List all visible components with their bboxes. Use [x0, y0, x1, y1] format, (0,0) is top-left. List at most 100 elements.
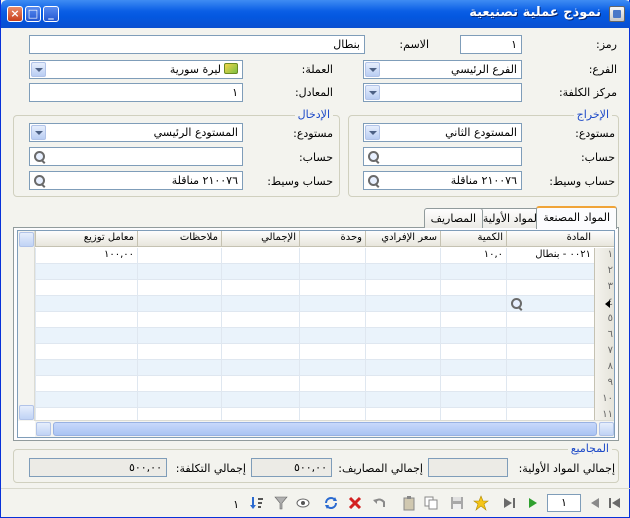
cell-item[interactable] — [506, 312, 594, 328]
row-number[interactable]: ٢ — [594, 264, 614, 280]
code-field[interactable]: ١ — [460, 35, 522, 54]
cell-total[interactable] — [221, 328, 299, 344]
table-row[interactable]: ٣ — [35, 280, 614, 296]
view-icon[interactable] — [295, 495, 311, 511]
col-header-unit[interactable]: وحدة — [299, 231, 365, 247]
rate-field[interactable]: ١ — [29, 83, 243, 102]
row-number[interactable]: ١٠ — [594, 392, 614, 408]
maximize-button[interactable]: □ — [25, 6, 41, 22]
first-record-icon[interactable] — [501, 495, 517, 511]
row-number[interactable]: ٧ — [594, 344, 614, 360]
table-row[interactable]: ٦ — [35, 328, 614, 344]
cell-unit[interactable] — [299, 296, 365, 312]
cell-unit-price[interactable] — [365, 264, 440, 280]
horizontal-scrollbar[interactable] — [35, 420, 614, 437]
new-record-star-icon[interactable] — [473, 495, 489, 511]
save-icon[interactable] — [449, 495, 465, 511]
cell-total[interactable] — [221, 280, 299, 296]
delete-icon[interactable] — [347, 495, 363, 511]
branch-dropdown-icon[interactable] — [365, 62, 380, 77]
cell-factor[interactable] — [35, 344, 137, 360]
minimize-button[interactable]: _ — [43, 6, 59, 22]
cell-qty[interactable] — [440, 344, 506, 360]
cell-notes[interactable] — [137, 280, 221, 296]
cell-total[interactable] — [221, 264, 299, 280]
cell-unit-price[interactable] — [365, 344, 440, 360]
table-row[interactable]: ٥ — [35, 312, 614, 328]
row-number[interactable]: ٦ — [594, 328, 614, 344]
cell-factor[interactable] — [35, 312, 137, 328]
cell-item[interactable] — [506, 328, 594, 344]
col-header-total[interactable]: الإجمالي — [221, 231, 299, 247]
cell-unit-price[interactable] — [365, 328, 440, 344]
cell-notes[interactable] — [137, 392, 221, 408]
search-icon[interactable] — [365, 173, 381, 188]
table-row[interactable]: ١٠ — [35, 392, 614, 408]
horizontal-scroll-thumb[interactable] — [53, 422, 597, 436]
cell-qty[interactable] — [440, 296, 506, 312]
materials-grid[interactable]: المادة الكمية سعر الإفرادي وحدة الإجمالي… — [17, 230, 615, 438]
scroll-left-icon[interactable] — [36, 422, 51, 436]
record-number-input[interactable]: ١ — [547, 494, 581, 512]
cell-qty[interactable] — [440, 264, 506, 280]
cell-unit-price[interactable] — [365, 360, 440, 376]
vertical-scrollbar[interactable] — [18, 231, 35, 421]
cell-notes[interactable] — [137, 264, 221, 280]
cell-factor[interactable] — [35, 296, 137, 312]
cell-item[interactable] — [506, 360, 594, 376]
cell-qty[interactable] — [440, 280, 506, 296]
cell-unit-price[interactable] — [365, 248, 440, 264]
cell-unit[interactable] — [299, 376, 365, 392]
cell-factor[interactable] — [35, 392, 137, 408]
cell-unit[interactable] — [299, 248, 365, 264]
cell-qty[interactable] — [440, 328, 506, 344]
cell-unit-price[interactable] — [365, 392, 440, 408]
cell-item[interactable] — [506, 392, 594, 408]
undo-icon[interactable] — [371, 495, 387, 511]
row-number[interactable]: ٥ — [594, 312, 614, 328]
cell-factor[interactable] — [35, 376, 137, 392]
cell-item[interactable]: ٠٠٢١ - بنطال — [506, 248, 594, 264]
cell-total[interactable] — [221, 360, 299, 376]
close-button[interactable]: × — [7, 6, 23, 22]
cell-total[interactable] — [221, 392, 299, 408]
cost-center-dropdown-icon[interactable] — [365, 85, 380, 100]
col-header-item[interactable]: المادة — [506, 231, 594, 247]
search-icon[interactable] — [31, 173, 47, 188]
input-warehouse-dropdown-icon[interactable] — [31, 125, 46, 140]
output-warehouse-dropdown-icon[interactable] — [365, 125, 380, 140]
cell-qty[interactable] — [440, 360, 506, 376]
cell-notes[interactable] — [137, 296, 221, 312]
paste-icon[interactable] — [401, 495, 417, 511]
cell-item[interactable] — [506, 376, 594, 392]
cell-unit[interactable] — [299, 344, 365, 360]
cell-notes[interactable] — [137, 328, 221, 344]
cell-total[interactable] — [221, 376, 299, 392]
sort-icon[interactable] — [249, 495, 265, 511]
cell-factor[interactable] — [35, 280, 137, 296]
row-number[interactable]: ٣ — [594, 280, 614, 296]
table-row[interactable]: ٨ — [35, 360, 614, 376]
cell-unit[interactable] — [299, 392, 365, 408]
output-account-field[interactable] — [363, 147, 522, 166]
col-header-qty[interactable]: الكمية — [440, 231, 506, 247]
cell-notes[interactable] — [137, 312, 221, 328]
cell-factor[interactable] — [35, 328, 137, 344]
table-row[interactable]: ٧ — [35, 344, 614, 360]
cell-total[interactable] — [221, 296, 299, 312]
cell-notes[interactable] — [137, 248, 221, 264]
cell-qty[interactable] — [440, 376, 506, 392]
cell-unit[interactable] — [299, 280, 365, 296]
cell-total[interactable] — [221, 248, 299, 264]
table-row[interactable]: ٩ — [35, 376, 614, 392]
cell-unit-price[interactable] — [365, 376, 440, 392]
scroll-down-icon[interactable] — [19, 405, 34, 420]
search-icon[interactable] — [365, 149, 381, 164]
cell-unit[interactable] — [299, 312, 365, 328]
cell-notes[interactable] — [137, 344, 221, 360]
cost-center-select[interactable] — [363, 83, 522, 102]
cell-unit-price[interactable] — [365, 312, 440, 328]
cell-qty[interactable] — [440, 392, 506, 408]
input-warehouse-select[interactable]: المستودع الرئيسي — [29, 123, 243, 142]
cell-unit[interactable] — [299, 360, 365, 376]
